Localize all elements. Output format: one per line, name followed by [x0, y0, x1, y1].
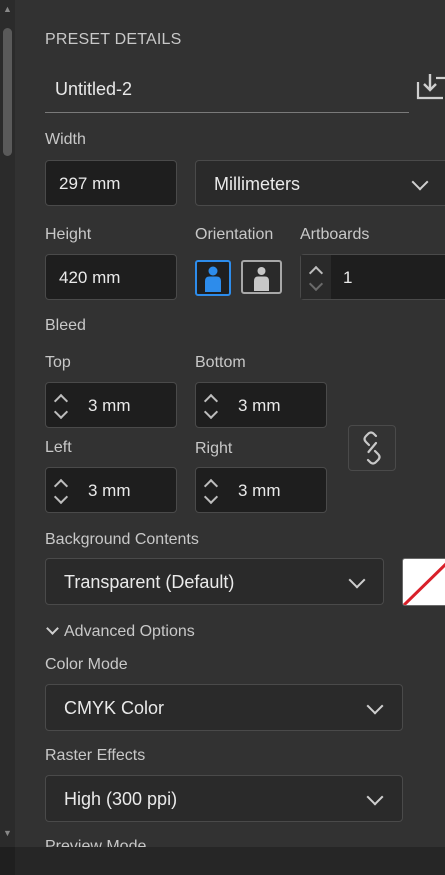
- section-title: PRESET DETAILS: [45, 31, 182, 48]
- decrement-icon[interactable]: [53, 489, 69, 505]
- orientation-label: Orientation: [195, 226, 274, 243]
- scroll-up-arrow-icon[interactable]: ▲: [2, 4, 13, 14]
- bleed-bottom-value: 3 mm: [238, 396, 281, 415]
- portrait-orientation-button[interactable]: [195, 260, 231, 296]
- chevron-down-icon: [366, 788, 384, 806]
- units-value: Millimeters: [214, 174, 301, 194]
- background-contents-dropdown[interactable]: Transparent (Default): [45, 558, 384, 605]
- bleed-right-value: 3 mm: [238, 481, 281, 500]
- height-label: Height: [45, 226, 92, 243]
- width-input[interactable]: 297 mm: [45, 160, 177, 206]
- bleed-right-stepper[interactable]: 3 mm: [195, 467, 327, 513]
- portrait-person-icon: [205, 266, 221, 292]
- bleed-label: Bleed: [45, 317, 86, 334]
- bleed-left-stepper[interactable]: 3 mm: [45, 467, 177, 513]
- preset-name-value: Untitled-2: [55, 79, 133, 99]
- bleed-left-value: 3 mm: [88, 481, 131, 500]
- scrollbar-thumb[interactable]: [3, 28, 12, 156]
- bottom-corner: [0, 847, 15, 875]
- width-label: Width: [45, 131, 86, 148]
- preset-name-field[interactable]: Untitled-2: [45, 66, 409, 113]
- bleed-top-label: Top: [45, 354, 71, 371]
- decrement-icon[interactable]: [203, 489, 219, 505]
- save-preset-icon[interactable]: [416, 68, 445, 102]
- scrollbar[interactable]: ▲ ▼: [0, 0, 15, 860]
- background-color-swatch[interactable]: [402, 558, 445, 606]
- decrement-icon[interactable]: [308, 276, 324, 292]
- landscape-person-icon: [254, 267, 269, 291]
- preview-mode-label: Preview Mode: [45, 838, 147, 847]
- decrement-icon[interactable]: [203, 404, 219, 420]
- color-mode-value: CMYK Color: [64, 698, 165, 718]
- bleed-left-label: Left: [45, 439, 72, 456]
- artboards-value: 1: [343, 268, 353, 287]
- bleed-bottom-stepper[interactable]: 3 mm: [195, 382, 327, 428]
- link-bleed-button[interactable]: [348, 425, 396, 471]
- link-icon: [363, 431, 381, 465]
- no-color-swatch-icon: [403, 562, 445, 605]
- background-contents-label: Background Contents: [45, 531, 199, 548]
- bleed-right-label: Right: [195, 440, 233, 457]
- height-input[interactable]: 420 mm: [45, 254, 177, 300]
- landscape-orientation-button[interactable]: [241, 260, 282, 294]
- chevron-down-icon: [411, 173, 429, 191]
- height-value: 420 mm: [59, 268, 121, 287]
- artboards-label: Artboards: [300, 226, 370, 243]
- raster-effects-value: High (300 ppi): [64, 789, 178, 809]
- advanced-options-label: Advanced Options: [64, 623, 195, 640]
- chevron-down-icon: [348, 571, 366, 589]
- background-contents-value: Transparent (Default): [64, 572, 235, 592]
- raster-effects-dropdown[interactable]: High (300 ppi): [45, 775, 403, 822]
- raster-effects-label: Raster Effects: [45, 747, 146, 764]
- chevron-down-icon: [366, 697, 384, 715]
- color-mode-dropdown[interactable]: CMYK Color: [45, 684, 403, 731]
- chevron-down-icon: [46, 622, 59, 635]
- bleed-top-value: 3 mm: [88, 396, 131, 415]
- decrement-icon[interactable]: [53, 404, 69, 420]
- color-mode-label: Color Mode: [45, 656, 128, 673]
- advanced-options-toggle[interactable]: Advanced Options: [45, 622, 195, 641]
- artboards-stepper[interactable]: 1: [300, 254, 445, 300]
- bottom-bar: [0, 847, 445, 875]
- width-value: 297 mm: [59, 174, 121, 193]
- bleed-top-stepper[interactable]: 3 mm: [45, 382, 177, 428]
- bleed-bottom-label: Bottom: [195, 354, 246, 371]
- units-dropdown[interactable]: Millimeters: [195, 160, 445, 206]
- scroll-down-arrow-icon[interactable]: ▼: [2, 828, 13, 838]
